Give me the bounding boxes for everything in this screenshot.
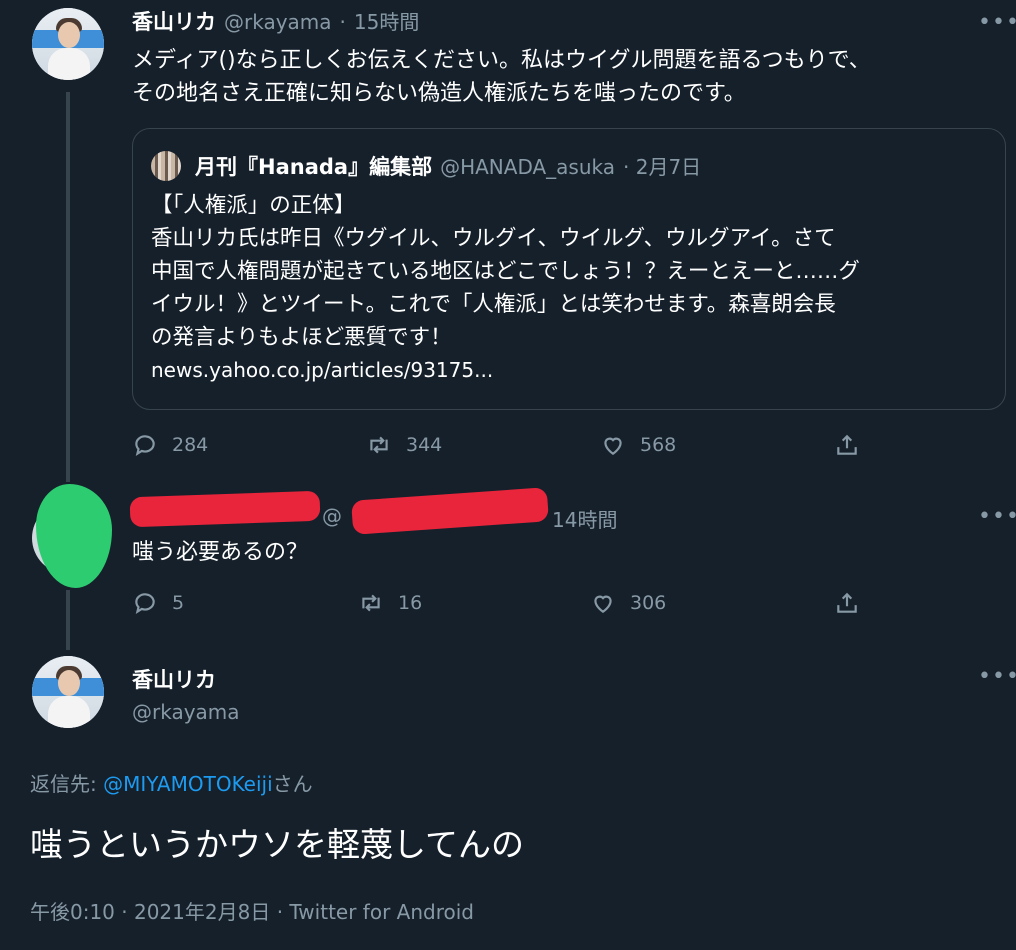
share-upload-icon bbox=[837, 434, 857, 455]
heart-icon bbox=[604, 437, 622, 455]
quoted-tweet[interactable]: 月刊『Hanada』編集部 @HANADA_asuka · 2月7日 【「人権派… bbox=[132, 128, 1006, 410]
quoted-text-line: の発言よりもよほど悪質です！ bbox=[151, 325, 452, 350]
redaction-name bbox=[129, 490, 321, 528]
tweet-meta: 午後0:10 · 2021年2月8日 · Twitter for Android bbox=[30, 900, 474, 924]
author-handle[interactable]: @rkayama bbox=[224, 10, 332, 34]
tweet-text-line: メディア()なら正しくお伝えください。私はウイグル問題を語るつもりで、 bbox=[132, 48, 871, 73]
tweet-text: 嗤うというかウソを軽蔑してんの bbox=[30, 825, 525, 864]
quoted-text-line: 中国で人権問題が起きている地区はどこでしょう！？えーとえーと……グ bbox=[151, 259, 860, 284]
avatar[interactable] bbox=[32, 656, 104, 728]
like-count: 306 bbox=[630, 592, 667, 614]
like-button[interactable]: 306 bbox=[590, 590, 666, 616]
tweet-text: 嗤う必要あるの？ bbox=[132, 540, 309, 565]
reply-bubble-icon bbox=[135, 593, 155, 614]
reply-button[interactable]: 5 bbox=[132, 590, 184, 616]
reply-to-suffix: さん bbox=[272, 772, 313, 796]
author-handle[interactable]: @rkayama bbox=[132, 700, 240, 724]
tweet-time[interactable]: 15時間 bbox=[354, 6, 419, 35]
reply-bubble-icon bbox=[135, 435, 155, 456]
more-options-icon[interactable]: ••• bbox=[978, 504, 1016, 529]
author-name[interactable]: 香山リカ bbox=[132, 6, 216, 36]
heart-icon bbox=[594, 595, 612, 613]
quoted-avatar bbox=[151, 151, 181, 181]
tweet-text: メディア()なら正しくお伝えください。私はウイグル問題を語るつもりで、 その地名… bbox=[132, 44, 1002, 110]
reply-to-prefix: 返信先: bbox=[30, 772, 104, 796]
retweet-count: 16 bbox=[398, 592, 423, 614]
quoted-text-line: 香山リカ氏は昨日《ウグイル、ウルグイ、ウイルグ、ウルグアイ。さて bbox=[151, 226, 836, 251]
retweet-button[interactable]: 344 bbox=[366, 432, 442, 458]
green-blot bbox=[36, 484, 112, 588]
reply-count: 5 bbox=[172, 592, 185, 614]
quoted-time: · 2月7日 bbox=[623, 155, 702, 179]
share-button[interactable] bbox=[834, 432, 860, 458]
more-options-icon[interactable]: ••• bbox=[978, 664, 1016, 689]
tweet-time[interactable]: 14時間 bbox=[552, 504, 617, 533]
reply-button[interactable]: 284 bbox=[132, 432, 208, 458]
quoted-text-line: 【「人権派」の正体】 bbox=[151, 193, 356, 218]
quoted-author-handle: @HANADA_asuka bbox=[440, 155, 616, 179]
partial-handle: @ bbox=[322, 504, 342, 528]
reply-count: 284 bbox=[172, 434, 209, 456]
share-upload-icon bbox=[837, 592, 857, 613]
more-options-icon[interactable]: ••• bbox=[978, 10, 1016, 35]
like-count: 568 bbox=[640, 434, 677, 456]
quoted-text: 【「人権派」の正体】 香山リカ氏は昨日《ウグイル、ウルグイ、ウイルグ、ウルグアイ… bbox=[151, 189, 1001, 387]
tweet-text-line: その地名さえ正確に知らない偽造人権派たちを嗤ったのです。 bbox=[132, 81, 746, 106]
reply-to-user-link[interactable]: @MIYAMOTOKeiji bbox=[103, 772, 273, 796]
reply-to: 返信先: @MIYAMOTOKeijiさん bbox=[30, 768, 313, 797]
author-name[interactable]: 香山リカ bbox=[132, 664, 216, 694]
redaction-handle bbox=[351, 487, 549, 535]
retweet-arrows-icon bbox=[362, 594, 380, 612]
like-button[interactable]: 568 bbox=[600, 432, 676, 458]
share-button[interactable] bbox=[834, 590, 860, 616]
separator-dot: · bbox=[339, 10, 346, 34]
thread-line-bottom bbox=[66, 590, 70, 650]
thread-line-top bbox=[66, 92, 70, 482]
avatar[interactable] bbox=[32, 8, 104, 80]
retweet-count: 344 bbox=[406, 434, 443, 456]
quoted-text-line: イウル！》とツイート。これで「人権派」とは笑わせます。森喜朗会長 bbox=[151, 292, 836, 317]
quoted-author-name: 月刊『Hanada』編集部 bbox=[195, 155, 433, 179]
retweet-button[interactable]: 16 bbox=[358, 590, 422, 616]
quoted-link[interactable]: news.yahoo.co.jp/articles/93175... bbox=[151, 354, 1001, 387]
retweet-arrows-icon bbox=[370, 436, 388, 454]
